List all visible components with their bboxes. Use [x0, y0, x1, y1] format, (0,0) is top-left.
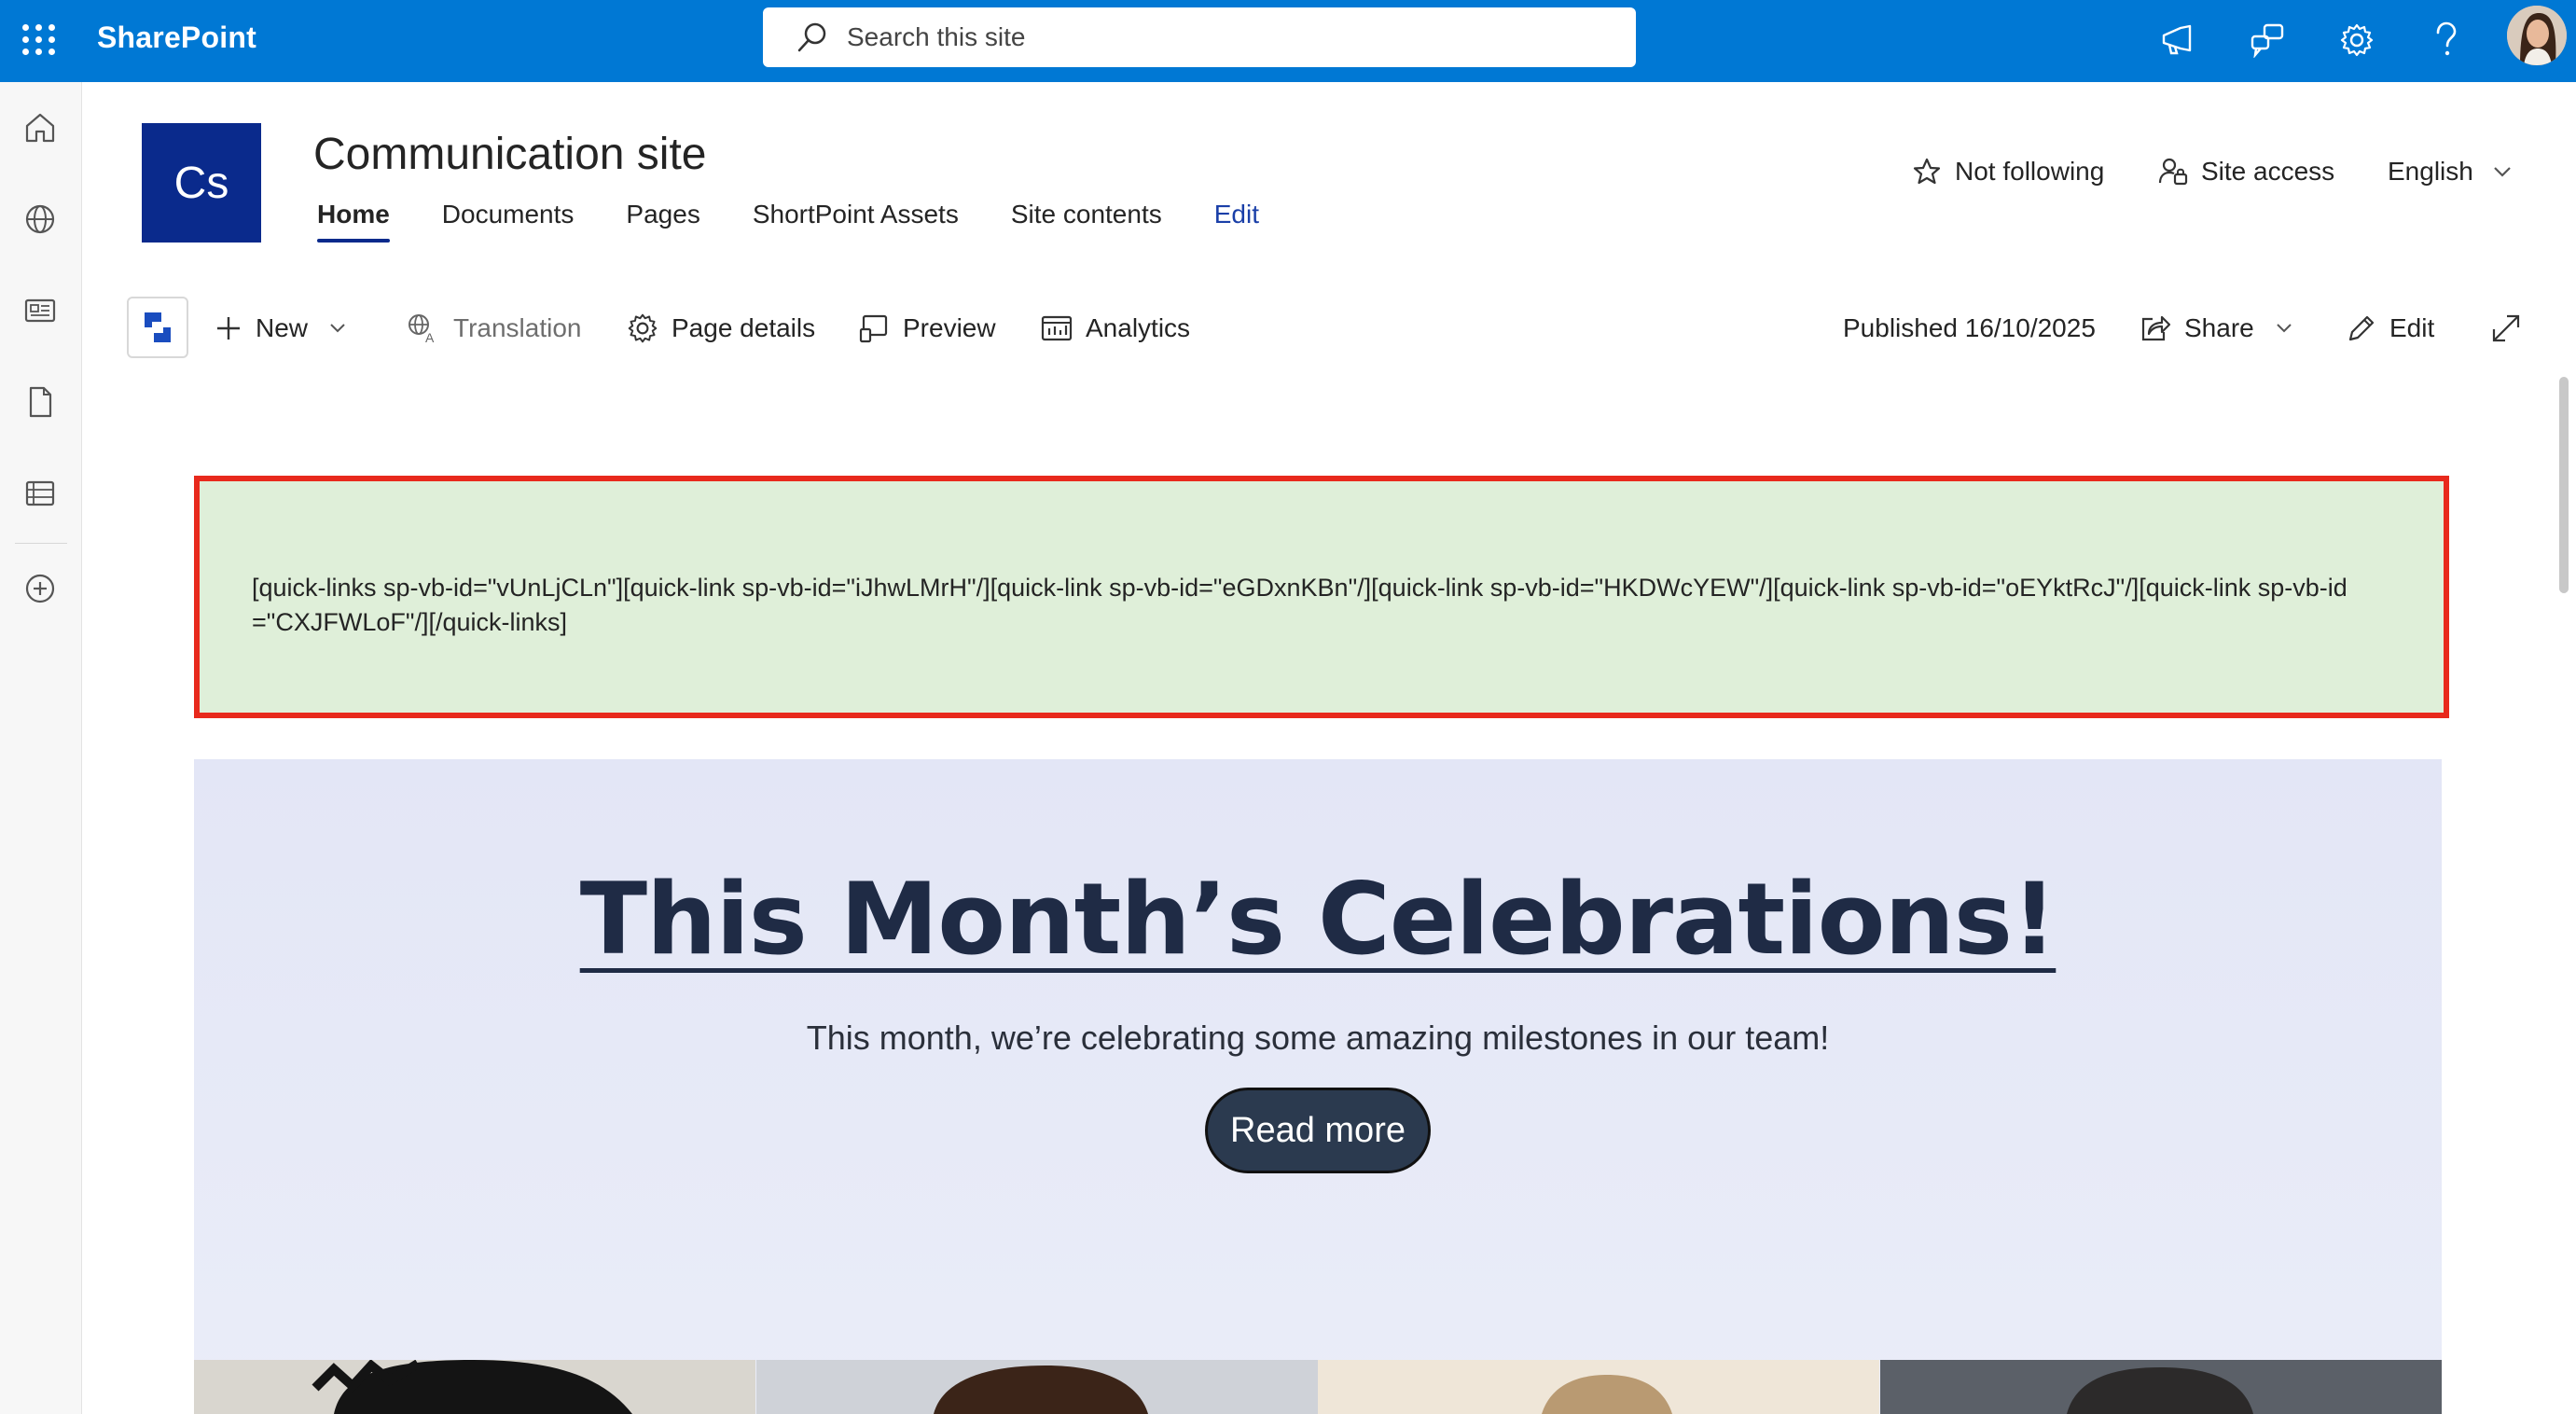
chevron-down-icon [330, 324, 345, 333]
team-photo [1318, 1360, 1880, 1414]
preview-icon [859, 314, 888, 343]
translation-label: Translation [453, 313, 582, 342]
analytics-label: Analytics [1086, 313, 1191, 342]
home-icon[interactable] [17, 104, 63, 151]
globe-icon[interactable] [17, 196, 63, 243]
preview-button[interactable]: Preview [858, 310, 996, 347]
suite-bar: SharePoint [0, 0, 2576, 82]
chevron-down-icon [2277, 324, 2292, 333]
search-icon [797, 22, 826, 52]
app-launcher-icon[interactable] [17, 19, 55, 56]
list-icon[interactable] [17, 470, 63, 517]
hero-section: This Month’s Celebrations! This month, w… [194, 759, 2442, 1414]
new-label: New [256, 313, 309, 342]
new-button[interactable]: New [215, 310, 347, 347]
read-more-button[interactable]: Read more [1205, 1088, 1431, 1173]
hero-title[interactable]: This Month’s Celebrations! [194, 862, 2442, 977]
team-photo [755, 1360, 1319, 1414]
star-icon [1913, 158, 1941, 185]
analytics-button[interactable]: Analytics [1041, 310, 1190, 347]
chat-feedback-icon[interactable] [2244, 17, 2291, 63]
team-photo [194, 1360, 756, 1414]
user-avatar[interactable] [2507, 6, 2567, 65]
language-label: English [2388, 157, 2473, 186]
translation-button[interactable]: A Translation [407, 310, 581, 347]
translate-globe-icon: A [409, 314, 435, 344]
plus-icon [217, 317, 240, 340]
chevron-down-icon [2494, 167, 2511, 177]
share-icon [2141, 315, 2171, 341]
settings-gear-icon [628, 313, 658, 343]
preview-label: Preview [903, 313, 996, 342]
published-label: Published 16/10/2025 [1843, 313, 2096, 342]
people-lock-icon [2158, 158, 2188, 186]
share-button[interactable]: Share [2140, 310, 2293, 347]
nav-home[interactable]: Home [317, 200, 390, 243]
megaphone-icon[interactable] [2154, 17, 2201, 63]
news-icon[interactable] [17, 287, 63, 334]
nav-shortpoint-assets[interactable]: ShortPoint Assets [753, 200, 959, 243]
follow-label: Not following [1955, 157, 2105, 186]
brand-name[interactable]: SharePoint [97, 21, 256, 55]
hero-subtitle: This month, we’re celebrating some amazi… [806, 1019, 1830, 1057]
site-access-label: Site access [2201, 157, 2335, 186]
pencil-icon [2348, 315, 2375, 341]
add-circle-icon[interactable] [17, 565, 63, 612]
settings-gear-icon[interactable] [2334, 17, 2380, 63]
shortcode-text: [quick-links sp-vb-id="vUnLjCLn"][quick-… [252, 574, 2347, 636]
share-label: Share [2184, 313, 2254, 342]
nav-documents[interactable]: Documents [442, 200, 575, 243]
edit-label: Edit [2389, 313, 2435, 342]
nav-site-contents[interactable]: Site contents [1011, 200, 1162, 243]
site-logo[interactable]: Cs [142, 123, 261, 243]
language-dropdown[interactable]: English [2388, 153, 2513, 190]
nav-pages[interactable]: Pages [626, 200, 699, 243]
nav-edit-link[interactable]: Edit [1214, 200, 1259, 243]
follow-button[interactable]: Not following [1912, 153, 2104, 190]
search-box[interactable] [763, 7, 1636, 67]
document-icon[interactable] [17, 379, 63, 425]
page-details-label: Page details [672, 313, 816, 342]
expand-button[interactable] [2490, 310, 2535, 347]
edit-page-button[interactable]: Edit [2347, 310, 2434, 347]
page-scrollbar[interactable] [2559, 377, 2569, 593]
site-navigation: Home Documents Pages ShortPoint Assets S… [317, 200, 1259, 243]
left-app-rail [0, 82, 82, 1414]
published-status: Published 16/10/2025 [1843, 310, 2096, 347]
team-photo [1879, 1360, 2443, 1414]
shortpoint-logo-icon[interactable] [127, 297, 188, 358]
photo-strip [194, 1360, 2442, 1414]
search-input[interactable] [847, 22, 1593, 52]
shortcode-block: [quick-links sp-vb-id="vUnLjCLn"][quick-… [194, 476, 2449, 718]
help-question-icon[interactable] [2423, 17, 2470, 63]
rail-divider [15, 543, 67, 544]
page-command-bar: New A Translation Page details Preview A… [127, 297, 2542, 358]
page-details-button[interactable]: Page details [627, 310, 815, 347]
site-title[interactable]: Communication site [313, 129, 707, 180]
site-access-button[interactable]: Site access [2158, 153, 2334, 190]
analytics-chart-icon [1041, 315, 1073, 341]
svg-text:A: A [425, 330, 435, 344]
expand-arrows-icon [2492, 314, 2520, 342]
